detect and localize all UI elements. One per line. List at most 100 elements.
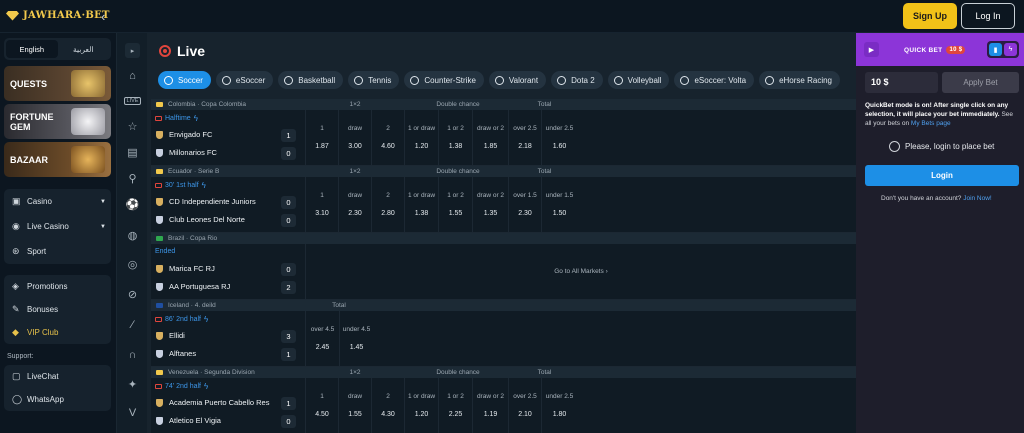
basketball-icon[interactable]: ◎ bbox=[125, 257, 140, 272]
odd-cell[interactable]: draw or 2 1.19 bbox=[472, 378, 508, 433]
odd-cell[interactable]: draw or 2 1.85 bbox=[472, 110, 508, 165]
login-button[interactable]: Log In bbox=[961, 3, 1015, 29]
event-body[interactable]: 86' 2nd half ϟ Ellidi 3 Alftanes 1 over 4.5 2.4… bbox=[151, 311, 856, 367]
quick-bet-toggle[interactable]: ▮ ϟ bbox=[987, 41, 1019, 58]
lang-arabic[interactable]: العربية bbox=[58, 40, 110, 58]
market-header: Double chance bbox=[436, 369, 480, 376]
odd-cell[interactable]: 1 or draw 1.20 bbox=[404, 110, 438, 165]
tab-dota-2[interactable]: Dota 2 bbox=[551, 71, 603, 89]
event-body[interactable]: Halftime ϟ Envigado FC 1 Millonarios FC 0 1 1.8… bbox=[151, 110, 856, 166]
tv-icon bbox=[155, 317, 162, 322]
event-body[interactable]: Ended Marica FC RJ 0 AA Portuguesa RJ 2 Go to… bbox=[151, 244, 856, 300]
signup-button[interactable]: Sign Up bbox=[903, 3, 957, 29]
betslip-login-button[interactable]: Login bbox=[865, 165, 1019, 186]
hockey-icon[interactable]: ∕ bbox=[125, 317, 140, 332]
odd-cell[interactable]: draw 1.55 bbox=[338, 378, 371, 433]
odd-cell[interactable]: 2 4.30 bbox=[371, 378, 404, 433]
menu-live-casino[interactable]: ◉ Live Casino ▼ bbox=[4, 214, 111, 239]
tab-volleyball[interactable]: Volleyball bbox=[607, 71, 670, 89]
league-name[interactable]: Ecuador · Serie B bbox=[168, 168, 219, 175]
bet-amount-input[interactable]: 10 $ bbox=[865, 72, 938, 93]
odds-row: 1 1.87 draw 3.00 2 4.60 1 or draw 1.20 1 or 2 1.3… bbox=[305, 110, 577, 165]
league-name[interactable]: Colombia · Copa Colombia bbox=[168, 101, 246, 108]
chevron-left-icon[interactable]: ‹ bbox=[101, 9, 105, 24]
tab-valorant[interactable]: Valorant bbox=[488, 71, 547, 89]
odd-cell[interactable]: over 2.5 2.10 bbox=[508, 378, 541, 433]
odd-cell[interactable]: 1 3.10 bbox=[305, 177, 338, 232]
menu-bonuses[interactable]: ✎ Bonuses bbox=[4, 298, 111, 321]
play-icon[interactable]: ▶ bbox=[864, 42, 879, 57]
odd-cell[interactable]: under 1.5 1.50 bbox=[541, 177, 577, 232]
tab-soccer[interactable]: Soccer bbox=[158, 71, 211, 89]
promo-fortune-gem[interactable]: FORTUNE GEM bbox=[4, 104, 111, 139]
odd-label: draw or 2 bbox=[476, 393, 505, 400]
league-name[interactable]: Brazil · Copa Rio bbox=[168, 235, 217, 242]
menu-livechat[interactable]: ▢ LiveChat bbox=[4, 365, 111, 388]
odd-cell[interactable]: draw 3.00 bbox=[338, 110, 371, 165]
odd-cell[interactable]: 2 2.80 bbox=[371, 177, 404, 232]
odd-cell[interactable]: 1 or draw 1.38 bbox=[404, 177, 438, 232]
odd-cell[interactable]: 1 or 2 1.55 bbox=[438, 177, 472, 232]
odd-cell[interactable]: over 1.5 2.30 bbox=[508, 177, 541, 232]
apply-bet-button[interactable]: Apply Bet bbox=[942, 72, 1019, 93]
menu-promotions[interactable]: ◈ Promotions bbox=[4, 275, 111, 298]
team-crest-icon bbox=[156, 416, 163, 425]
league-name[interactable]: Iceland · 4. deild bbox=[168, 302, 216, 309]
odd-cell[interactable]: under 2.5 1.80 bbox=[541, 378, 577, 433]
event-body[interactable]: 30' 1st half ϟ CD Independiente Juniors 0 Cl… bbox=[151, 177, 856, 233]
menu-whatsapp[interactable]: ◯ WhatsApp bbox=[4, 388, 111, 411]
odd-cell[interactable]: under 2.5 1.60 bbox=[541, 110, 577, 165]
valorant-icon[interactable]: V bbox=[125, 405, 140, 420]
odd-cell[interactable]: 1 or 2 2.25 bbox=[438, 378, 472, 433]
lightning-icon[interactable]: ϟ bbox=[1004, 43, 1017, 56]
tab-counter-strike-label: Counter-Strike bbox=[424, 75, 476, 85]
live-icon[interactable]: LIVE bbox=[124, 97, 141, 105]
tab-tennis[interactable]: Tennis bbox=[348, 71, 400, 89]
logo[interactable]: JAWHARA·BET bbox=[6, 10, 110, 21]
team-crest-icon bbox=[156, 398, 163, 407]
menu-vip-club[interactable]: ◆ VIP Club bbox=[4, 321, 111, 344]
tab-esoccer-volta[interactable]: eSoccer: Volta bbox=[674, 71, 755, 89]
odd-cell[interactable]: draw or 2 1.35 bbox=[472, 177, 508, 232]
trash-icon[interactable]: ▮ bbox=[989, 43, 1002, 56]
odd-cell[interactable]: 1 4.50 bbox=[305, 378, 338, 433]
headset-icon[interactable]: ∩ bbox=[125, 347, 140, 362]
page-title: Live bbox=[159, 43, 205, 59]
event-body[interactable]: 74' 2nd half ϟ Academia Puerto Cabello Res… bbox=[151, 378, 856, 433]
all-markets-link[interactable]: Go to All Markets › bbox=[305, 244, 856, 299]
join-now-link[interactable]: Join Now! bbox=[963, 195, 992, 202]
promo-bazaar[interactable]: BAZAAR bbox=[4, 142, 111, 177]
quick-bet-title-text: QUICK BET bbox=[904, 46, 943, 54]
promo-quests[interactable]: QUESTS bbox=[4, 66, 111, 101]
tab-basketball[interactable]: Basketball bbox=[278, 71, 344, 89]
star-icon[interactable]: ☆ bbox=[125, 119, 140, 134]
my-bets-link[interactable]: My Bets page bbox=[911, 120, 951, 127]
expand-icon[interactable]: ▸ bbox=[125, 43, 140, 58]
tab-esoccer[interactable]: eSoccer bbox=[215, 71, 274, 89]
counter-strike-icon[interactable]: ✦ bbox=[125, 377, 140, 392]
coupon-icon[interactable]: ▤ bbox=[125, 145, 140, 160]
odd-cell[interactable]: 2 4.60 bbox=[371, 110, 404, 165]
market-header: Double chance bbox=[436, 101, 480, 108]
odd-cell[interactable]: 1 or 2 1.38 bbox=[438, 110, 472, 165]
odd-cell[interactable]: draw 2.30 bbox=[338, 177, 371, 232]
tab-ehorse-racing[interactable]: eHorse Racing bbox=[759, 71, 840, 89]
odd-cell[interactable]: under 4.5 1.45 bbox=[339, 311, 373, 366]
search-icon[interactable]: ⚲ bbox=[125, 171, 140, 186]
odd-cell[interactable]: 1 or draw 1.20 bbox=[404, 378, 438, 433]
league-name[interactable]: Venezuela · Segunda Division bbox=[168, 369, 255, 376]
soccer-icon[interactable]: ⚽ bbox=[125, 197, 140, 212]
language-switcher: English العربية bbox=[4, 38, 111, 60]
tennis-icon[interactable]: ⊘ bbox=[125, 287, 140, 302]
lang-english[interactable]: English bbox=[6, 40, 58, 58]
home-icon[interactable]: ⌂ bbox=[125, 68, 140, 83]
odd-cell[interactable]: over 4.5 2.45 bbox=[305, 311, 339, 366]
quick-bet-note-main: QuickBet mode is on! After single click … bbox=[865, 102, 1009, 118]
menu-casino[interactable]: ▣ Casino ▼ bbox=[4, 189, 111, 214]
esoccer-icon[interactable]: ◍ bbox=[125, 228, 140, 243]
odd-value: 4.30 bbox=[381, 411, 395, 418]
tab-counter-strike[interactable]: Counter-Strike bbox=[404, 71, 484, 89]
odd-cell[interactable]: 1 1.87 bbox=[305, 110, 338, 165]
odd-cell[interactable]: over 2.5 2.18 bbox=[508, 110, 541, 165]
menu-sport[interactable]: ⊛ Sport bbox=[4, 239, 111, 264]
